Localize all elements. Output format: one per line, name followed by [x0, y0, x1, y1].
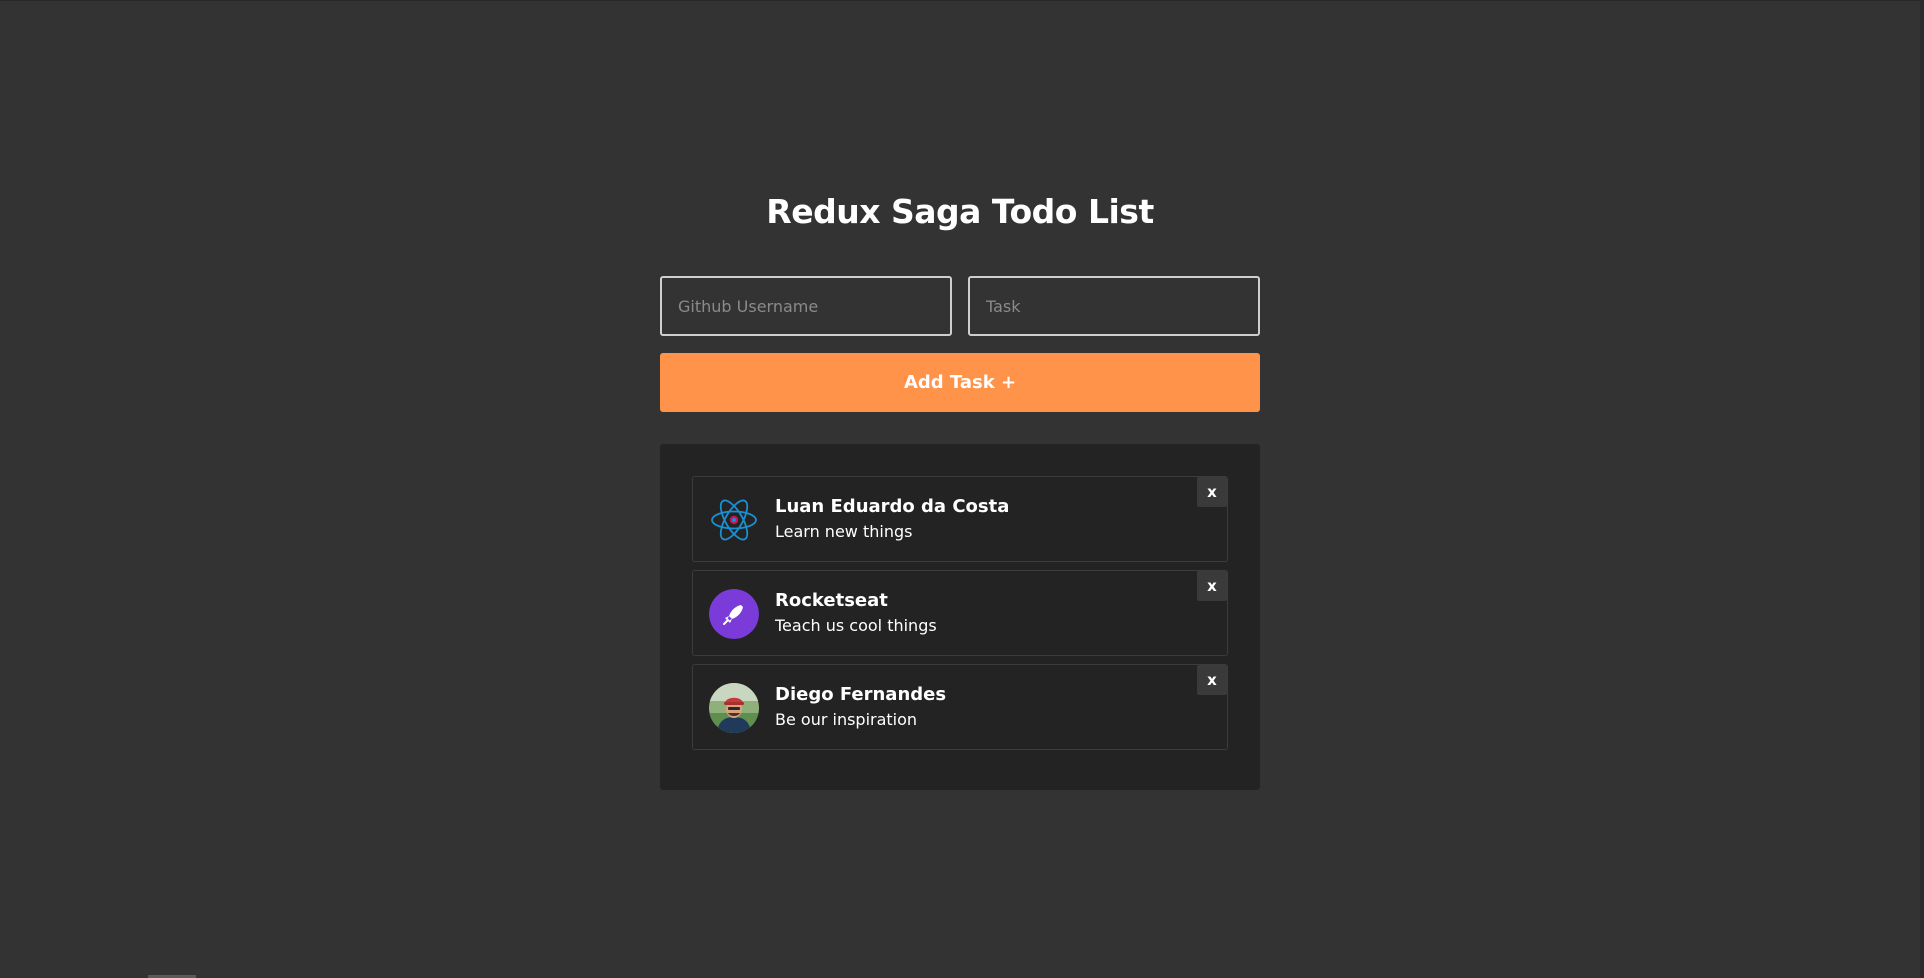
task-form [660, 276, 1260, 336]
task-list-panel: Luan Eduardo da Costa Learn new things x… [660, 444, 1260, 790]
task-input[interactable] [968, 276, 1260, 336]
person-photo-avatar [709, 683, 759, 733]
rocket-icon [709, 589, 759, 639]
task-item: Luan Eduardo da Costa Learn new things x [692, 476, 1228, 562]
task-username: Luan Eduardo da Costa [775, 496, 1010, 517]
task-description: Learn new things [775, 522, 913, 541]
task-item: Rocketseat Teach us cool things x [692, 570, 1228, 656]
remove-task-button[interactable]: x [1197, 571, 1227, 601]
remove-task-button[interactable]: x [1197, 477, 1227, 507]
page-title: Redux Saga Todo List [766, 192, 1154, 231]
task-username: Rocketseat [775, 590, 888, 611]
react-atom-icon [709, 495, 759, 545]
add-task-button[interactable]: Add Task + [660, 353, 1260, 412]
window-scrollbar-track [1920, 0, 1924, 978]
window-top-border [0, 0, 1924, 1]
task-description: Be our inspiration [775, 710, 918, 729]
task-username: Diego Fernandes [775, 684, 947, 705]
task-item: Diego Fernandes Be our inspiration x [692, 664, 1228, 750]
remove-task-button[interactable]: x [1197, 665, 1227, 695]
page: { "header": { "title": "Redux Saga Todo … [0, 0, 1924, 978]
task-description: Teach us cool things [775, 616, 937, 635]
github-username-input[interactable] [660, 276, 952, 336]
